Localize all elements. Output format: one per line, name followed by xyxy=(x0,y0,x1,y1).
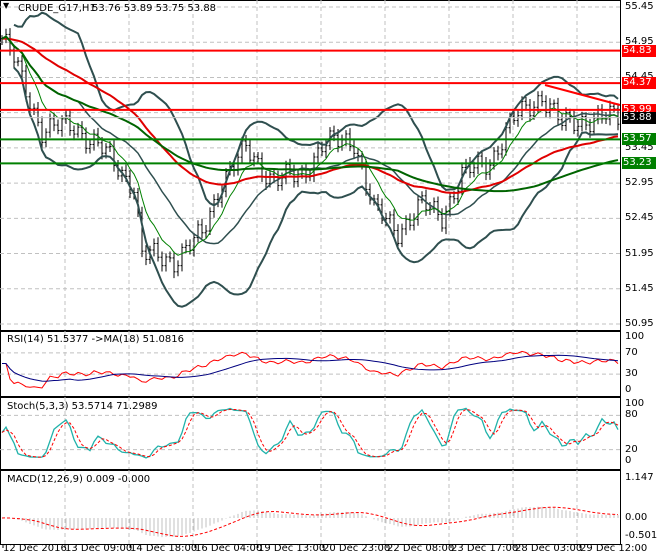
stoch-tick: 100 xyxy=(625,398,645,409)
time-label: 12 Dec 2016 xyxy=(3,543,67,554)
rsi-tick: 0 xyxy=(625,384,632,395)
rsi-ma-line xyxy=(2,354,619,382)
time-label: 28 Dec 03:00 xyxy=(515,543,583,554)
price-tick: 52.95 xyxy=(625,177,654,189)
macd-label: MACD(12,26,9) 0.009 -0.000 xyxy=(7,474,151,485)
stoch-tick: 80 xyxy=(625,409,638,421)
price-tick: 50.95 xyxy=(625,317,654,329)
time-label: 22 Dec 08:00 xyxy=(387,543,455,554)
rsi-tick: 100 xyxy=(625,331,645,342)
level-tag: 54.83 xyxy=(622,44,656,57)
chart-window: CRUDE_G17,H1 53.76 53.89 53.75 53.88 ▼ R… xyxy=(0,0,660,560)
time-label: 23 Dec 17:00 xyxy=(451,543,519,554)
ohlc-label: 53.76 53.89 53.75 53.88 xyxy=(92,3,217,14)
level-tag: 54.37 xyxy=(622,77,656,90)
stoch-tick: 0 xyxy=(625,455,632,466)
macd-tick: 0.00 xyxy=(625,512,648,523)
level-tag: 53.57 xyxy=(622,133,656,146)
time-label: 13 Dec 09:00 xyxy=(65,543,133,554)
level-tag: 53.23 xyxy=(622,157,656,170)
time-label: 19 Dec 13:00 xyxy=(258,543,326,554)
rsi-label: RSI(14) 51.5377 ->MA(18) 51.0816 xyxy=(7,334,184,345)
rsi-tick: 70 xyxy=(625,346,638,358)
price-tick: 51.95 xyxy=(625,247,654,259)
dropdown-arrow-icon[interactable]: ▼ xyxy=(3,1,9,10)
time-label: 16 Dec 04:00 xyxy=(195,543,263,554)
stoch-label: Stoch(5,3,3) 53.5714 71.2989 xyxy=(7,401,158,412)
current-price-tag: 53.88 xyxy=(622,111,656,124)
price-tick: 51.45 xyxy=(625,282,654,294)
price-tick: 52.45 xyxy=(625,212,654,224)
macd-tick: 1.147 xyxy=(625,471,654,483)
rsi-tick: 30 xyxy=(625,368,638,380)
stoch-tick: 20 xyxy=(625,443,638,455)
time-label: 20 Dec 23:00 xyxy=(323,543,391,554)
time-label: 29 Dec 12:00 xyxy=(580,543,648,554)
macd-tick: -0.501 xyxy=(625,529,658,541)
time-label: 14 Dec 18:00 xyxy=(130,543,198,554)
price-tick: 55.45 xyxy=(625,1,654,12)
symbol-label: CRUDE_G17,H1 xyxy=(18,3,96,14)
